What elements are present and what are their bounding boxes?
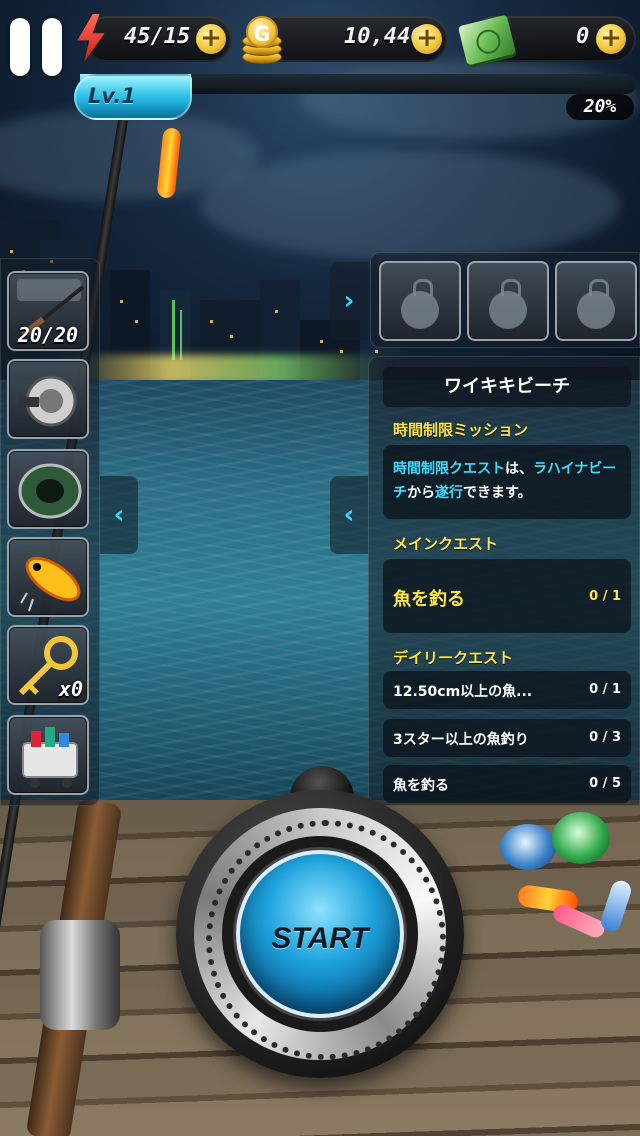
bait-slot[interactable] [379,261,461,341]
main-quest-header: メインクエスト [393,535,499,553]
main-quest-item[interactable]: 魚を釣る 0 / 1 [383,559,631,633]
main-quest-text: 魚を釣る [393,589,465,610]
bait-expand-button[interactable]: › [330,262,368,340]
daily-quest-header: デイリークエスト [393,649,514,667]
daily-quest-item[interactable]: 魚を釣る 0 / 5 [383,765,631,803]
daily-quest-text: 魚を釣る [393,778,449,794]
reel-icon [19,375,77,427]
equipment-key-slot[interactable]: x0 [7,625,89,705]
equipment-panel: 20/20 x0 [0,258,100,806]
main-quest-progress: 0 / 1 [589,589,621,604]
line-spool-blue-icon [500,824,556,870]
quest-panel: ワイキキビーチ 時間制限ミッション 時間制限クエストは、ラハイナビーチから遂行で… [368,356,640,806]
add-coins-button[interactable]: + [412,24,442,54]
equipment-collapse-button[interactable]: ‹ [100,476,138,554]
level-label: Lv.1 [88,84,136,108]
daily-quest-progress: 0 / 5 [589,776,621,791]
shop-button[interactable] [7,715,89,795]
add-cash-button[interactable]: + [596,24,626,54]
cash-value: 0 [576,24,590,49]
energy-counter: 45/15 + [84,16,232,62]
equipment-rod-slot[interactable]: 20/20 [7,271,89,351]
start-label: START [271,922,369,955]
pause-bar-icon [10,18,30,76]
bait-slot[interactable] [467,261,549,341]
add-energy-button[interactable]: + [196,24,226,54]
coin-g-icon: G [246,16,278,48]
mission-header: 時間制限ミッション [393,421,529,439]
pause-button[interactable] [6,18,64,76]
level-percent: 20% [566,94,634,120]
daily-quest-progress: 0 / 1 [589,682,621,697]
start-button[interactable]: START [236,850,404,1018]
bait-slot[interactable] [555,261,637,341]
line-spool-green-icon [552,812,610,864]
daily-quest-text: 3スター以上の魚釣り [393,732,529,748]
lure-icon [20,556,81,612]
bait-bag-icon [401,279,439,329]
mission-text: 時間制限クエストは、ラハイナビーチから遂行できます。 [393,461,617,501]
bait-bag-icon [577,279,615,329]
pause-bar-icon [42,18,62,76]
shop-cart-icon [22,727,78,788]
energy-value: 45/15 [124,24,191,49]
key-count: x0 [58,677,83,701]
spinning-reel [40,920,120,1030]
gold-coins-icon: G [238,14,286,64]
equipment-reel-slot[interactable] [7,359,89,439]
equipment-lure-slot[interactable] [7,537,89,617]
location-title: ワイキキビーチ [383,367,631,407]
time-limited-mission-card[interactable]: 時間制限クエストは、ラハイナビーチから遂行できます。 [383,445,631,519]
bait-bag-icon [489,279,527,329]
bait-slots-bar [370,252,640,348]
daily-quest-item[interactable]: 3スター以上の魚釣り 0 / 3 [383,719,631,757]
equipment-line-slot[interactable] [7,449,89,529]
daily-quest-item[interactable]: 12.50cm以上の魚... 0 / 1 [383,671,631,709]
rod-durability: 20/20 [17,323,79,347]
line-spool-icon [18,463,82,519]
level-badge: Lv.1 [74,74,192,120]
daily-quest-text: 12.50cm以上の魚... [393,684,533,700]
quest-collapse-button[interactable]: ‹ [330,476,368,554]
daily-quest-progress: 0 / 3 [589,730,621,745]
